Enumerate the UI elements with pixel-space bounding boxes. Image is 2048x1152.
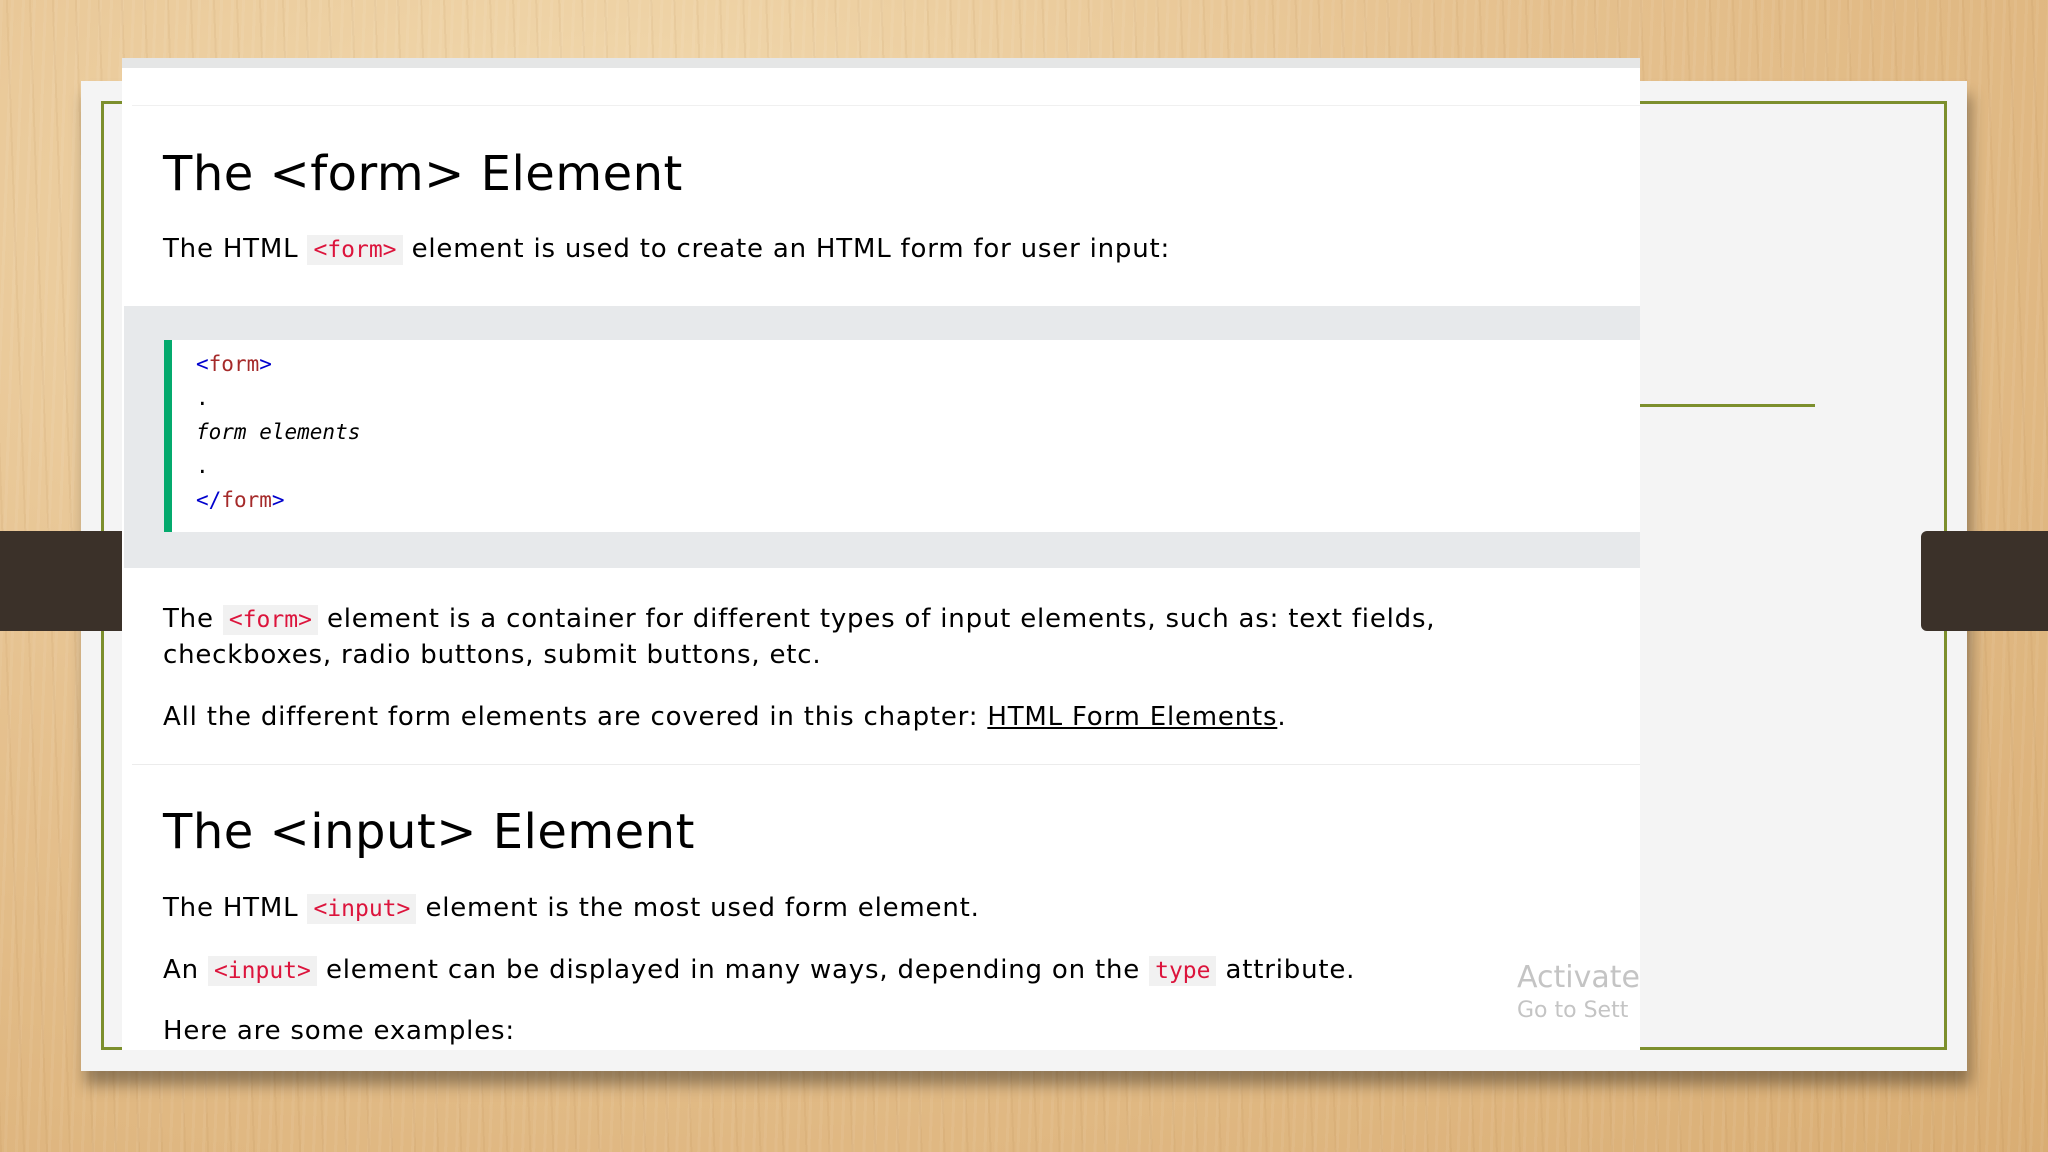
form-desc-text-end: element is a container for different typ… [163,604,1436,670]
examples-paragraph: Here are some examples: [163,1016,515,1046]
input-intro-paragraph: The HTML <input> element is the most use… [163,893,980,924]
input-display-text-end: attribute. [1216,955,1356,985]
slide-frame-rule [1640,404,1815,407]
code-example-container: <form> . form elements . </form> [124,306,1640,568]
form-desc-text: The [163,604,223,634]
code-bracket: </ [196,488,222,512]
input-element-heading: The <input> Element [163,804,695,860]
webpage-screenshot: The <form> Element The HTML <form> eleme… [122,58,1640,1050]
html-form-elements-link[interactable]: HTML Form Elements [987,702,1277,732]
code-line-open-form: <form> [196,352,272,376]
code-bracket: < [196,352,209,376]
form-description-paragraph: The <form> element is a container for di… [163,602,1603,673]
code-tag-name: form [208,352,260,376]
activate-windows-watermark: Activate [1517,960,1640,995]
screenshot-top-bar [122,58,1640,68]
form-intro-paragraph: The HTML <form> element is used to creat… [163,234,1171,265]
input-intro-text: The HTML [163,893,308,923]
screenshot-top-divider [132,105,1640,106]
input-display-code: <input> [207,956,317,986]
code-line-close-form: </form> [196,488,285,512]
input-intro-code: <input> [307,894,417,924]
code-example-box: <form> . form elements . </form> [164,340,1640,532]
section-divider [132,764,1640,765]
code-tag-name: form [221,488,272,512]
code-bracket: > [259,352,272,376]
input-display-text: An [163,955,208,985]
covered-text: All the different form elements are cove… [163,702,988,732]
type-attribute-code: type [1149,956,1217,986]
form-intro-text: The HTML [163,234,308,264]
code-line-dot: . [196,454,209,478]
code-line-form-elements: form elements [196,420,361,444]
form-elements-covered-paragraph: All the different form elements are cove… [163,702,1286,732]
go-to-settings-watermark: Go to Sett [1517,998,1629,1023]
input-intro-text-end: element is the most used form element. [416,893,980,923]
decorative-band-left [0,531,124,631]
decorative-band-right [1921,531,2048,631]
code-line-dot: . [196,386,209,410]
form-intro-text-end: element is used to create an HTML form f… [402,234,1171,264]
covered-text-end: . [1277,702,1287,732]
form-intro-code: <form> [307,235,403,265]
code-bracket: > [271,488,285,512]
input-display-paragraph: An <input> element can be displayed in m… [163,955,1356,986]
form-desc-code: <form> [222,605,318,635]
form-element-heading: The <form> Element [163,146,683,202]
input-display-text-mid: element can be displayed in many ways, d… [316,955,1150,985]
